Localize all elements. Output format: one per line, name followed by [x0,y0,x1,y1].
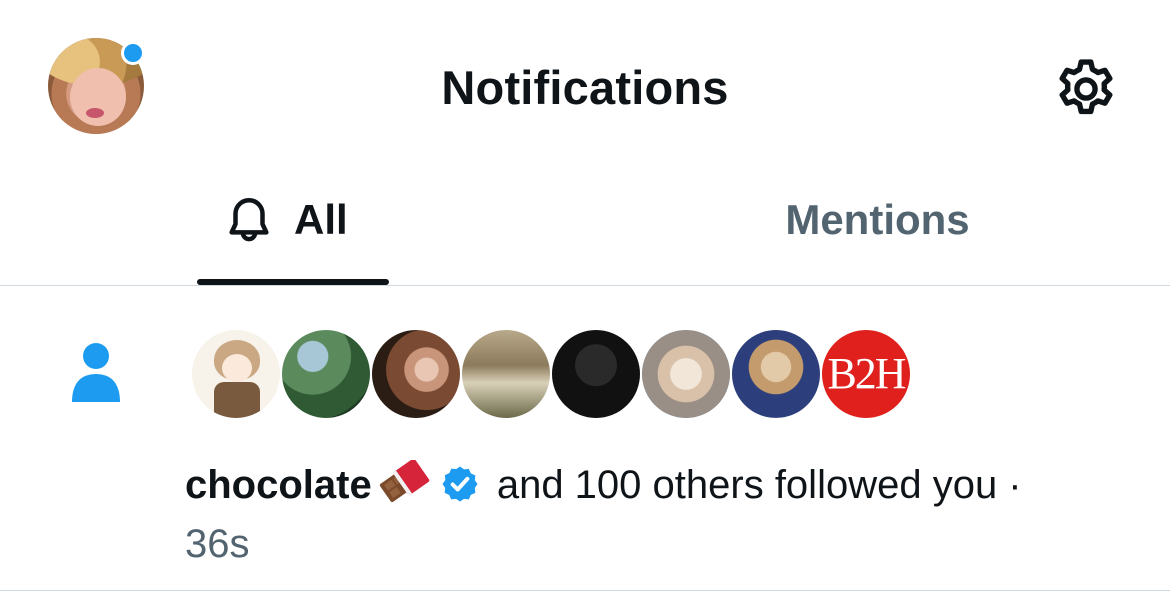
notification-item[interactable]: B2H chocolate and 100 others followed yo… [0,286,1170,590]
page-title: Notifications [441,61,729,114]
tab-bar: All Mentions [0,175,1170,285]
verified-badge-icon [442,466,478,502]
gear-icon [1059,59,1113,115]
notification-divider [0,590,1170,591]
person-icon [72,343,120,402]
follower-avatar[interactable] [190,328,282,420]
tab-all-content: All [222,193,348,247]
follower-avatar[interactable] [640,328,732,420]
follower-avatar[interactable] [550,328,642,420]
bell-icon [229,197,269,242]
b2h-logo-text: B2H [827,349,906,398]
avatar-illustration-face [222,354,252,382]
chocolate-bar-icon [379,460,429,503]
user-name[interactable]: chocolate [185,463,372,507]
notification-text: chocolate and 100 others followed you · [185,456,1135,514]
tab-mentions[interactable]: Mentions [585,175,1170,285]
tab-all[interactable]: All [150,175,435,285]
notification-timestamp: 36s [185,522,250,566]
tab-mentions-label: Mentions [785,196,970,243]
follower-avatar[interactable] [460,328,552,420]
follower-avatar[interactable] [280,328,372,420]
avatar-illustration-body [214,382,260,418]
follower-avatar-b2h[interactable]: B2H [820,328,912,420]
settings-button[interactable] [1052,55,1120,123]
tab-all-label: All [294,196,348,243]
follower-avatar[interactable] [730,328,822,420]
top-app-bar: Notifications [0,0,1170,175]
follower-avatar[interactable] [370,328,462,420]
notification-message: and 100 others followed you · [485,463,1022,507]
